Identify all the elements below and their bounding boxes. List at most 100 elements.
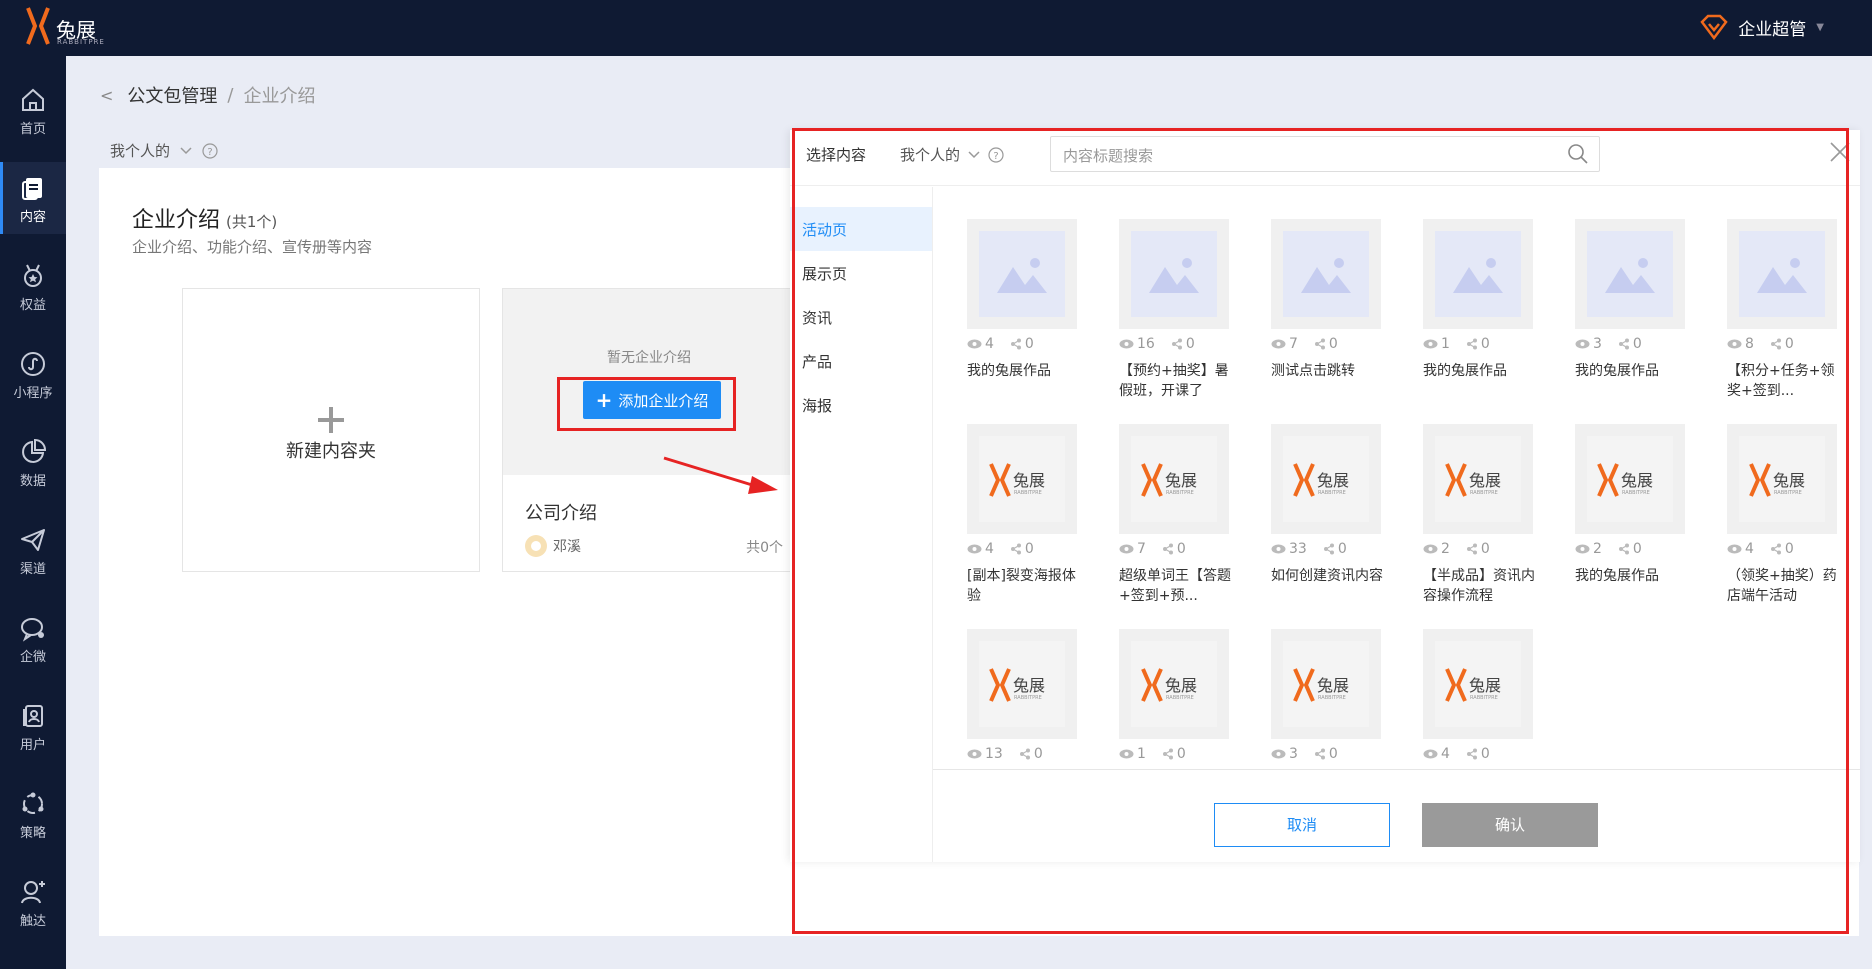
- tab-product[interactable]: 产品: [790, 339, 932, 383]
- modal-header: 选择内容 我个人的 ? 内容标题搜索: [790, 130, 1860, 186]
- content-thumbnail: 兔展 RABBITPRE: [1423, 424, 1533, 534]
- content-item[interactable]: 兔展 RABBITPRE 4 0: [1423, 629, 1553, 771]
- brand-thumbnail: 兔展 RABBITPRE: [1283, 641, 1369, 727]
- svg-text:RABBITPRE: RABBITPRE: [1318, 490, 1346, 496]
- chevron-down-icon: [180, 146, 192, 154]
- plus-icon: [318, 407, 344, 433]
- share-icon: [1010, 338, 1021, 350]
- cancel-button[interactable]: 取消: [1214, 803, 1390, 847]
- nav-item-channel[interactable]: 渠道: [0, 514, 66, 586]
- view-count: 2: [1423, 541, 1450, 557]
- svg-text:兔展: 兔展: [1317, 471, 1349, 490]
- content-item[interactable]: 7 0 测试点击跳转: [1271, 219, 1401, 381]
- confirm-button[interactable]: 确认: [1422, 803, 1598, 847]
- eye-icon: [1119, 339, 1134, 349]
- svg-text:RABBITPRE: RABBITPRE: [1014, 490, 1042, 496]
- nav-item-home[interactable]: 首页: [0, 74, 66, 146]
- new-folder-card[interactable]: 新建内容夹: [182, 288, 480, 572]
- image-placeholder-icon: [979, 231, 1065, 317]
- search-input[interactable]: 内容标题搜索: [1050, 136, 1600, 172]
- content-thumbnail: 兔展 RABBITPRE: [1575, 424, 1685, 534]
- view-count: 8: [1727, 336, 1754, 352]
- nav-label: 权益: [19, 298, 46, 313]
- svg-text:RABBITPRE: RABBITPRE: [1166, 490, 1194, 496]
- search-placeholder: 内容标题搜索: [1063, 147, 1154, 165]
- share-icon: [1466, 338, 1477, 350]
- avatar: [525, 535, 547, 557]
- share-count: 0: [1770, 336, 1794, 352]
- pie-chart-icon: [22, 438, 47, 463]
- content-thumbnail: [1119, 219, 1229, 329]
- content-stats: 30: [1271, 745, 1401, 763]
- content-thumbnail: 兔展 RABBITPRE: [1423, 629, 1533, 739]
- content-thumbnail: 兔展 RABBITPRE: [967, 629, 1077, 739]
- content-stats: 70: [1271, 335, 1401, 353]
- content-item[interactable]: 兔展 RABBITPRE 2 0 我的兔展作品: [1575, 424, 1705, 586]
- search-icon[interactable]: [1567, 143, 1589, 165]
- nav-item-user[interactable]: 用户: [0, 690, 66, 762]
- eye-icon: [1119, 544, 1134, 554]
- brand-logo[interactable]: 兔展 RABBITPRE: [24, 6, 104, 50]
- modal-category-tabs: 活动页 展示页 资讯 产品 海报: [790, 187, 933, 862]
- content-item[interactable]: 兔展 RABBITPRE 1 0: [1119, 629, 1249, 771]
- back-chevron-icon[interactable]: <: [100, 86, 113, 105]
- scope-filter[interactable]: 我个人的 ?: [110, 140, 218, 161]
- nav-item-wecom[interactable]: 企微: [0, 602, 66, 674]
- share-count: 0: [1171, 336, 1195, 352]
- help-icon[interactable]: ?: [988, 146, 1004, 163]
- diamond-icon: [1700, 14, 1728, 40]
- view-count: 4: [1423, 746, 1450, 762]
- share-icon: [1618, 338, 1629, 350]
- nav-label: 用户: [19, 738, 46, 753]
- content-stats: 40: [1727, 540, 1857, 558]
- brand-thumbnail: 兔展 RABBITPRE: [979, 641, 1065, 727]
- share-count: 0: [1618, 541, 1642, 557]
- content-item[interactable]: 1 0 我的兔展作品: [1423, 219, 1553, 381]
- eye-icon: [1423, 544, 1438, 554]
- select-content-modal: 选择内容 我个人的 ? 内容标题搜索 活动页 展示页 资讯 产品 海报 4 0 我的…: [790, 130, 1860, 862]
- content-thumbnail: [967, 219, 1077, 329]
- share-count: 0: [1323, 541, 1347, 557]
- content-item[interactable]: 兔展 RABBITPRE 3 0: [1271, 629, 1401, 771]
- help-icon[interactable]: ?: [202, 142, 218, 159]
- new-folder-label: 新建内容夹: [286, 441, 376, 462]
- image-placeholder-icon: [1739, 231, 1825, 317]
- content-item[interactable]: 兔展 RABBITPRE 7 0 超级单词王【答题+签到+预...: [1119, 424, 1249, 606]
- nav-item-rights[interactable]: 权益: [0, 250, 66, 322]
- content-thumbnail: 兔展 RABBITPRE: [1119, 424, 1229, 534]
- content-item[interactable]: 16 0 【预约+抽奖】暑假班，开课了: [1119, 219, 1249, 401]
- nav-item-miniprogram[interactable]: 小程序: [0, 338, 66, 410]
- share-count: 0: [1466, 541, 1490, 557]
- content-item[interactable]: 兔展 RABBITPRE 13 0: [967, 629, 1097, 771]
- tab-news[interactable]: 资讯: [790, 295, 932, 339]
- nav-item-data[interactable]: 数据: [0, 426, 66, 498]
- share-icon: [1323, 543, 1334, 555]
- content-item[interactable]: 兔展 RABBITPRE 2 0 【半成品】资讯内容操作流程: [1423, 424, 1553, 606]
- nav-item-content[interactable]: 内容: [0, 162, 66, 234]
- content-item[interactable]: 兔展 RABBITPRE 33 0 如何创建资讯内容: [1271, 424, 1401, 586]
- content-item[interactable]: 4 0 我的兔展作品: [967, 219, 1097, 381]
- view-count: 13: [967, 746, 1003, 762]
- nav-item-reach[interactable]: 触达: [0, 866, 66, 938]
- close-icon[interactable]: [1828, 140, 1852, 164]
- content-item[interactable]: 8 0 【积分+任务+领奖+签到...: [1727, 219, 1857, 401]
- svg-text:RABBITPRE: RABBITPRE: [1470, 490, 1498, 496]
- tab-activity-page[interactable]: 活动页: [790, 207, 932, 251]
- nav-label: 首页: [19, 122, 46, 137]
- content-title: 我的兔展作品: [1575, 363, 1659, 379]
- top-bar: 兔展 RABBITPRE 企业超管 ▼: [0, 0, 1872, 56]
- tab-poster[interactable]: 海报: [790, 383, 932, 427]
- modal-scope-filter[interactable]: 我个人的 ?: [900, 144, 1004, 165]
- chevron-down-icon: [968, 150, 980, 158]
- eye-icon: [1271, 749, 1286, 759]
- content-item[interactable]: 兔展 RABBITPRE 4 0 （领奖+抽奖）药店端午活动: [1727, 424, 1857, 606]
- tab-display-page[interactable]: 展示页: [790, 251, 932, 295]
- content-item[interactable]: 兔展 RABBITPRE 4 0 [副本]裂变海报体验: [967, 424, 1097, 606]
- breadcrumb-parent[interactable]: 公文包管理: [127, 82, 217, 108]
- nav-item-strategy[interactable]: 策略: [0, 778, 66, 850]
- content-thumbnail: 兔展 RABBITPRE: [1271, 424, 1381, 534]
- content-thumbnail: 兔展 RABBITPRE: [1727, 424, 1837, 534]
- content-item[interactable]: 3 0 我的兔展作品: [1575, 219, 1705, 381]
- admin-menu[interactable]: 企业超管 ▼: [1700, 14, 1824, 40]
- content-thumbnail: 兔展 RABBITPRE: [1271, 629, 1381, 739]
